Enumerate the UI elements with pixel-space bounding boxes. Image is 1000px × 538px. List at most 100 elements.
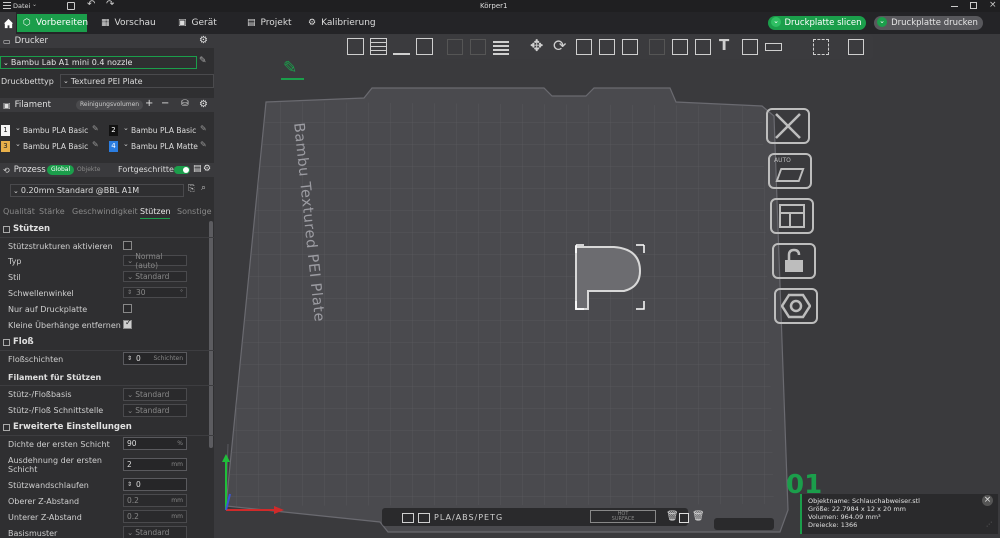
initial-expansion-input[interactable]: 2 mm bbox=[123, 458, 187, 471]
lock-plate-button[interactable] bbox=[772, 243, 816, 279]
tab-device[interactable]: ▣ Gerät bbox=[172, 14, 223, 32]
objects-toggle[interactable]: Objekte bbox=[77, 166, 100, 173]
process-profile-select[interactable]: ⌄ 0.20mm Standard @BBL A1M bbox=[10, 184, 184, 197]
filament-icon: ▣ bbox=[3, 100, 11, 110]
subtab-quality[interactable]: Qualität bbox=[3, 207, 35, 216]
hot-surface-box: HOT SURFACE bbox=[590, 510, 656, 523]
edit-filament-icon[interactable]: ✎ bbox=[200, 124, 207, 133]
plate-settings-button[interactable] bbox=[774, 288, 818, 324]
chevron-down-icon: ⌄ bbox=[123, 140, 129, 148]
tab-calibration[interactable]: ⚙ Kalibrierung bbox=[302, 14, 382, 32]
add-filament-icon[interactable]: + bbox=[145, 98, 153, 109]
filament-slot[interactable]: 3 ⌄ Bambu PLA Basic ✎ bbox=[0, 140, 104, 153]
remove-small-overhangs-checkbox[interactable]: ✓ bbox=[123, 318, 132, 329]
bottom-z-distance-input[interactable]: 0.2 mm bbox=[123, 510, 187, 523]
object-name: Objektname: Schlauchabweiser.stl bbox=[808, 497, 920, 505]
filament-color-swatch[interactable]: 2 bbox=[109, 125, 118, 136]
tab-project[interactable]: ▤ Projekt bbox=[241, 14, 298, 32]
auto-orient-button[interactable]: AUTO bbox=[768, 153, 812, 189]
support-interface-select[interactable]: ⌄ Standard bbox=[123, 404, 187, 417]
support-filament-header: Filament für Stützen bbox=[8, 373, 102, 382]
close-plate-button[interactable] bbox=[766, 108, 810, 144]
support-group-header: Stützen bbox=[0, 222, 214, 236]
model-object[interactable] bbox=[574, 243, 646, 311]
buildplate-only-checkbox[interactable] bbox=[123, 304, 132, 313]
square-icon bbox=[3, 338, 10, 346]
save-profile-icon[interactable]: ⎘ bbox=[188, 184, 195, 194]
subtab-strength[interactable]: Stärke bbox=[39, 207, 65, 216]
edit-icon[interactable]: ✎ bbox=[199, 56, 207, 66]
arrange-plate-button[interactable] bbox=[770, 198, 814, 234]
compare-icon[interactable]: ▤ bbox=[193, 164, 202, 174]
top-z-distance-input[interactable]: 0.2 mm bbox=[123, 494, 187, 507]
process-section-header[interactable]: ⟲ Prozess Global Objekte Fortgeschritten… bbox=[0, 163, 214, 177]
filament-gear-icon[interactable]: ⚙ bbox=[199, 99, 208, 110]
chevron-down-icon: ⌄ bbox=[123, 124, 129, 132]
raft-layers-input[interactable]: ⇕ 0 Schichten bbox=[123, 352, 187, 365]
support-type-select[interactable]: ⌄ Normal (auto) bbox=[123, 252, 187, 270]
cleaning-volume-button[interactable]: Reinigungsvolumen bbox=[76, 100, 144, 110]
close-info-icon[interactable]: × bbox=[982, 495, 993, 506]
filament-color-swatch[interactable]: 3 bbox=[1, 141, 10, 152]
filament-slot[interactable]: 2 ⌄ Bambu PLA Basic ✎ bbox=[108, 124, 212, 137]
close-window-icon[interactable]: × bbox=[989, 0, 997, 10]
filament-color-swatch[interactable]: 4 bbox=[109, 141, 118, 152]
redo-icon[interactable]: ↷ bbox=[106, 0, 114, 10]
plate-footer-icon-2 bbox=[418, 513, 430, 523]
printer-select[interactable]: ⌄ Bambu Lab A1 mini 0.4 nozzle bbox=[0, 56, 197, 69]
file-menu[interactable]: Datei bbox=[13, 2, 30, 10]
enable-support-checkbox[interactable] bbox=[123, 241, 132, 250]
filament-slot[interactable]: 1 ⌄ Bambu PLA Basic ✎ bbox=[0, 124, 104, 137]
search-icon[interactable]: ⌕ bbox=[201, 183, 206, 193]
support-base-select[interactable]: ⌄ Standard bbox=[123, 388, 187, 401]
subtab-others[interactable]: Sonstige bbox=[177, 207, 212, 216]
undo-icon[interactable]: ↶ bbox=[87, 0, 95, 10]
home-icon[interactable] bbox=[0, 12, 16, 34]
filament-name: Bambu PLA Basic bbox=[131, 126, 197, 135]
delete-plate-icon[interactable]: 🗑 bbox=[666, 511, 679, 522]
restore-icon[interactable] bbox=[970, 2, 977, 9]
layout-icon bbox=[779, 204, 805, 228]
advanced-switch[interactable] bbox=[174, 166, 190, 174]
subtab-support[interactable]: Stützen bbox=[140, 207, 171, 216]
resize-grip-icon[interactable]: ⋰ bbox=[986, 521, 992, 529]
arrange-plate-icon[interactable] bbox=[679, 513, 689, 523]
global-toggle[interactable]: Global bbox=[47, 165, 75, 175]
wall-loops-input[interactable]: ⇕ 0 bbox=[123, 478, 187, 491]
filament-name: Bambu PLA Matte bbox=[131, 142, 198, 151]
chevron-down-icon: ⌄ bbox=[15, 124, 21, 132]
minimize-icon[interactable] bbox=[951, 6, 958, 7]
base-pattern-select[interactable]: ⌄ Standard bbox=[123, 526, 187, 538]
chevron-down-icon[interactable]: ⌄ bbox=[877, 17, 887, 27]
process-gear-icon[interactable]: ⚙ bbox=[203, 164, 211, 174]
save-icon[interactable] bbox=[67, 2, 75, 10]
main-toolbar: ⬡ Vorbereiten ▦ Vorschau ▣ Gerät ▤ Projekt ⚙… bbox=[0, 12, 1000, 34]
tab-prepare[interactable]: ⬡ Vorbereiten bbox=[17, 14, 88, 32]
edit-filament-icon[interactable]: ✎ bbox=[92, 124, 99, 133]
remove-filament-icon[interactable]: − bbox=[161, 98, 169, 109]
raft-group-header: Floß bbox=[0, 335, 214, 349]
lock-plate-icon[interactable]: 🗑 bbox=[692, 511, 705, 522]
chevron-down-icon[interactable]: ⌄ bbox=[32, 1, 37, 8]
calibration-icon: ⚙ bbox=[308, 18, 317, 28]
sync-icon[interactable]: ⛁ bbox=[181, 99, 189, 109]
printer-section-header[interactable]: ▭ Drucker ⚙ bbox=[0, 34, 214, 48]
orient-plate-icon bbox=[775, 168, 805, 182]
settings-gear-icon[interactable]: ⚙ bbox=[199, 35, 208, 46]
support-style-select[interactable]: ⌄ Standard bbox=[123, 271, 187, 282]
tab-preview[interactable]: ▦ Vorschau bbox=[95, 14, 162, 32]
filament-slot[interactable]: 4 ⌄ Bambu PLA Matte ✎ bbox=[108, 140, 212, 153]
subtab-speed[interactable]: Geschwindigkeit bbox=[72, 207, 138, 216]
filament-section-header[interactable]: ▣ Filament Reinigungsvolumen + − ⛁ ⚙ bbox=[0, 98, 214, 112]
hamburger-menu-icon[interactable] bbox=[3, 2, 11, 9]
threshold-angle-input[interactable]: ⇕ 30 ° bbox=[123, 287, 187, 298]
initial-density-input[interactable]: 90% bbox=[123, 437, 187, 450]
filament-color-swatch[interactable]: 1 bbox=[1, 125, 10, 136]
base-pattern-label: Basismuster bbox=[8, 529, 58, 538]
edit-filament-icon[interactable]: ✎ bbox=[200, 140, 207, 149]
edit-filament-icon[interactable]: ✎ bbox=[92, 140, 99, 149]
bed-type-select[interactable]: ⌄ Textured PEI Plate bbox=[60, 74, 214, 88]
slice-plate-button[interactable]: ⌄ Druckplatte slicen bbox=[768, 16, 866, 30]
chevron-down-icon[interactable]: ⌄ bbox=[771, 17, 781, 27]
print-plate-button[interactable]: ⌄ Druckplatte drucken bbox=[874, 16, 983, 30]
